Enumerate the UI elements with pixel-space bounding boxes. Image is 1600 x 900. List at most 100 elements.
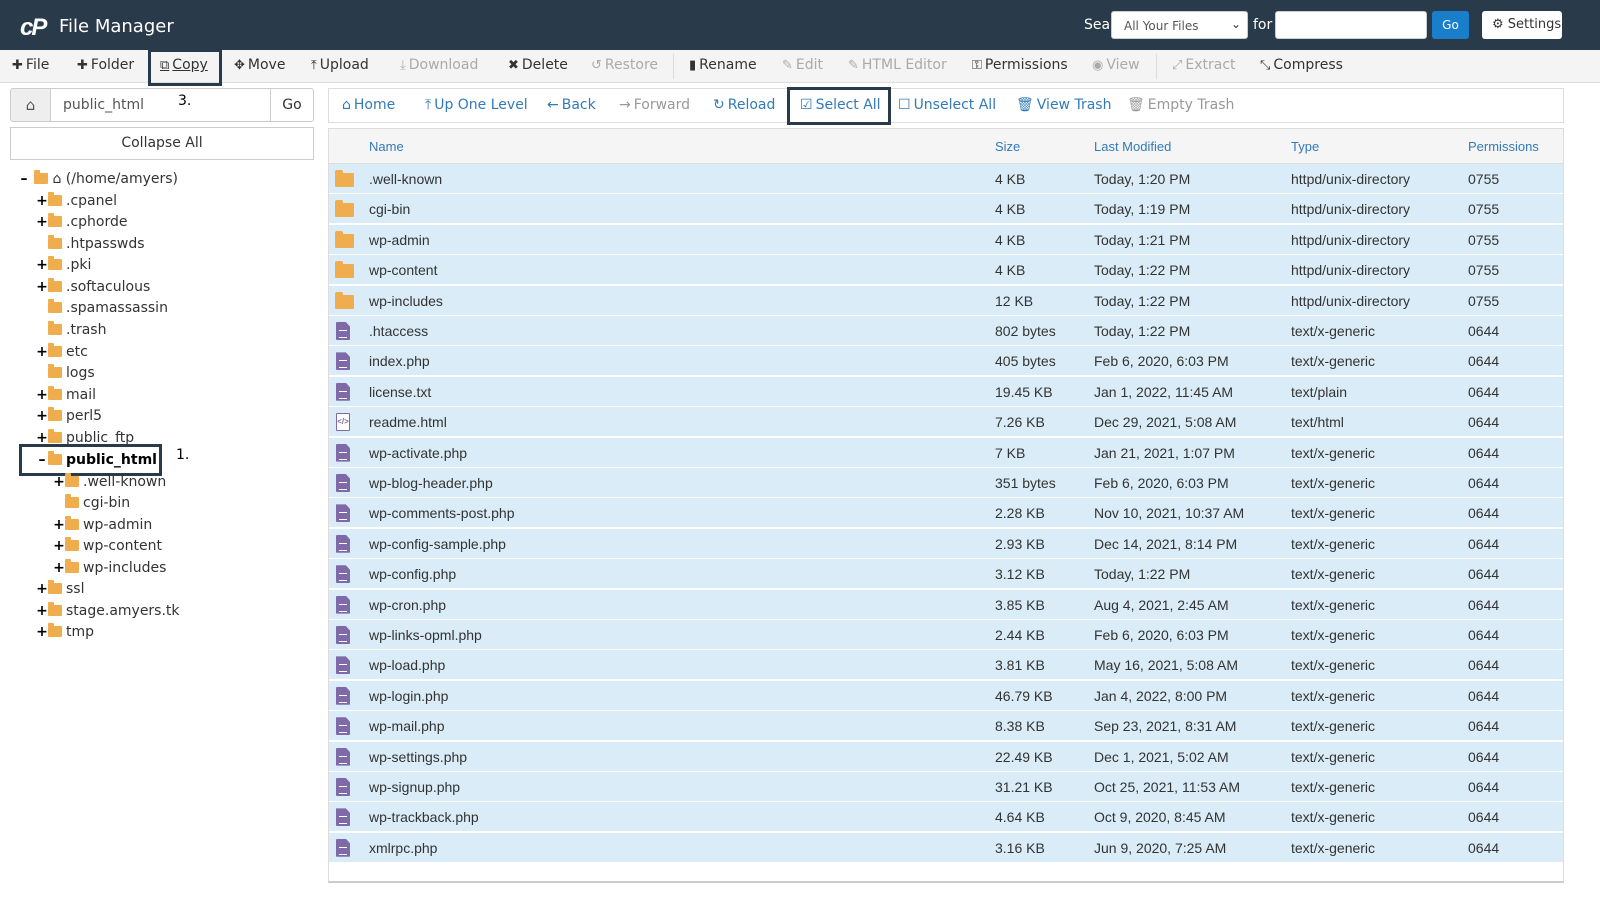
- expand-icon[interactable]: +: [53, 558, 65, 579]
- tree-item-label: mail: [66, 387, 96, 403]
- expand-icon[interactable]: +: [53, 536, 65, 557]
- compress-button[interactable]: ⤡ Compress: [1260, 50, 1343, 83]
- tree-item[interactable]: + stage.amyers.tk: [36, 601, 180, 622]
- extract-button[interactable]: ⤢ Extract: [1172, 50, 1236, 83]
- path-go-button[interactable]: Go: [270, 88, 314, 122]
- table-row[interactable]: wp-content 4 KB Today, 1:22 PM httpd/unix-d…: [329, 255, 1563, 286]
- table-row[interactable]: xmlrpc.php 3.16 KB Jun 9, 2020, 7:25 AM tex…: [329, 832, 1563, 863]
- tree-item[interactable]: logs: [36, 363, 95, 384]
- expand-icon[interactable]: +: [36, 579, 48, 600]
- expand-icon[interactable]: +: [36, 255, 48, 276]
- table-row[interactable]: wp-blog-header.php 351 bytes Feb 6, 2020, …: [329, 468, 1563, 498]
- home-icon[interactable]: ⌂: [10, 88, 51, 122]
- table-row[interactable]: wp-trackback.php 4.64 KB Oct 9, 2020, 8:45…: [329, 802, 1563, 833]
- unselect-all-button[interactable]: ☐ Unselect All: [898, 89, 996, 124]
- column-header-type[interactable]: Type: [1291, 129, 1319, 164]
- table-row[interactable]: wp-admin 4 KB Today, 1:21 PM httpd/unix-dir…: [329, 224, 1563, 255]
- search-input[interactable]: [1275, 11, 1427, 39]
- table-row[interactable]: </> readme.html 7.26 KB Dec 29, 2021, 5:08 …: [329, 407, 1563, 438]
- expand-icon[interactable]: +: [36, 342, 48, 363]
- table-row[interactable]: wp-cron.php 3.85 KB Aug 4, 2021, 2:45 AM te…: [329, 589, 1563, 620]
- tree-item[interactable]: cgi-bin: [53, 493, 130, 514]
- tree-item[interactable]: .trash: [36, 320, 106, 341]
- tree-item[interactable]: + .well-known: [53, 472, 166, 488]
- view-trash-button[interactable]: 🗑 View Trash: [1016, 89, 1111, 124]
- expand-icon[interactable]: +: [36, 601, 48, 622]
- expand-icon[interactable]: +: [36, 277, 48, 298]
- table-row[interactable]: cgi-bin 4 KB Today, 1:19 PM httpd/unix-dire…: [329, 194, 1563, 225]
- html-editor-button[interactable]: ✎ HTML Editor: [848, 50, 947, 83]
- tree-item[interactable]: + etc: [36, 342, 88, 363]
- path-input[interactable]: public_html: [50, 88, 271, 122]
- expand-icon[interactable]: +: [36, 428, 48, 444]
- empty-trash-button[interactable]: 🗑 Empty Trash: [1127, 89, 1234, 124]
- forward-button[interactable]: → Forward: [619, 89, 690, 124]
- file-last-modified: Jan 1, 2022, 11:45 AM: [1094, 383, 1234, 400]
- expand-icon[interactable]: +: [36, 191, 48, 212]
- table-row[interactable]: .htaccess 802 bytes Today, 1:22 PM text/x-g…: [329, 316, 1563, 346]
- home-button[interactable]: ⌂ Home: [342, 89, 395, 124]
- table-row[interactable]: wp-load.php 3.81 KB May 16, 2021, 5:08 AM t…: [329, 650, 1563, 681]
- collapse-icon[interactable]: –: [18, 169, 30, 190]
- tree-item[interactable]: + ssl: [36, 579, 84, 600]
- up-one-level-button[interactable]: ⤒ Up One Level: [425, 89, 528, 124]
- table-row[interactable]: wp-includes 12 KB Today, 1:22 PM httpd/unix…: [329, 285, 1563, 316]
- edit-button[interactable]: ✎ Edit: [782, 50, 823, 83]
- rename-button[interactable]: ▮ Rename: [689, 50, 757, 83]
- expand-icon[interactable]: +: [53, 472, 65, 488]
- table-row[interactable]: wp-signup.php 31.21 KB Oct 25, 2021, 11:53…: [329, 772, 1563, 802]
- table-row[interactable]: wp-links-opml.php 2.44 KB Feb 6, 2020, 6:0…: [329, 620, 1563, 650]
- column-header-last-modified[interactable]: Last Modified: [1094, 129, 1171, 164]
- tree-item[interactable]: + .cphorde: [36, 212, 127, 233]
- tree-item[interactable]: + public_ftp: [36, 428, 134, 444]
- delete-button[interactable]: ✖ Delete: [508, 50, 568, 83]
- expand-icon[interactable]: +: [36, 385, 48, 406]
- tree-item[interactable]: .htpasswds: [36, 234, 145, 255]
- table-row[interactable]: wp-config-sample.php 2.93 KB Dec 14, 2021,…: [329, 528, 1563, 559]
- table-row[interactable]: wp-settings.php 22.49 KB Dec 1, 2021, 5:02…: [329, 741, 1563, 772]
- reload-button[interactable]: ↻ Reload: [713, 89, 775, 124]
- tree-item-public-html[interactable]: – public_html: [36, 450, 157, 471]
- download-button[interactable]: ⤓ Download: [400, 50, 478, 83]
- new-file-button[interactable]: ✚ File: [12, 50, 49, 83]
- table-row[interactable]: .well-known 4 KB Today, 1:20 PM httpd/unix-…: [329, 164, 1563, 194]
- settings-button[interactable]: ⚙ Settings: [1482, 11, 1562, 39]
- tree-item[interactable]: .spamassassin: [36, 298, 168, 319]
- file-last-modified: Feb 6, 2020, 6:03 PM: [1094, 353, 1229, 370]
- tree-item[interactable]: + .softaculous: [36, 277, 150, 298]
- tree-root[interactable]: – ⌂ (/home/amyers): [18, 169, 178, 190]
- search-scope-select[interactable]: All Your Files ⌄: [1111, 11, 1248, 39]
- move-button[interactable]: ✥ Move: [234, 50, 285, 83]
- table-row[interactable]: index.php 405 bytes Feb 6, 2020, 6:03 PM te…: [329, 346, 1563, 377]
- expand-icon[interactable]: +: [36, 212, 48, 233]
- table-row[interactable]: license.txt 19.45 KB Jan 1, 2022, 11:45 AM…: [329, 376, 1563, 407]
- tree-item[interactable]: + .cpanel: [36, 191, 117, 212]
- tree-item[interactable]: + mail: [36, 385, 96, 406]
- table-row[interactable]: wp-comments-post.php 2.28 KB Nov 10, 2021,…: [329, 498, 1563, 529]
- tree-item[interactable]: + wp-includes: [53, 558, 166, 579]
- table-row[interactable]: wp-login.php 46.79 KB Jan 4, 2022, 8:00 PM…: [329, 680, 1563, 711]
- upload-button[interactable]: ⤒ Upload: [311, 50, 369, 83]
- expand-icon[interactable]: +: [53, 515, 65, 536]
- back-button[interactable]: ← Back: [547, 89, 596, 124]
- table-row[interactable]: wp-activate.php 7 KB Jan 21, 2021, 1:07 PM…: [329, 437, 1563, 468]
- table-row[interactable]: wp-config.php 3.12 KB Today, 1:22 PM text/x…: [329, 559, 1563, 590]
- tree-item[interactable]: + perl5: [36, 406, 102, 427]
- tree-item[interactable]: + .pki: [36, 255, 91, 276]
- collapse-all-button[interactable]: Collapse All: [10, 127, 314, 160]
- tree-item[interactable]: + wp-admin: [53, 515, 152, 536]
- column-header-permissions[interactable]: Permissions: [1468, 129, 1539, 164]
- permissions-button[interactable]: ⚿ Permissions: [972, 50, 1068, 83]
- restore-button[interactable]: ↺ Restore: [591, 50, 658, 83]
- new-folder-button[interactable]: ✚ Folder: [77, 50, 134, 83]
- view-button[interactable]: ◉ View: [1092, 50, 1140, 83]
- column-header-name[interactable]: Name: [369, 129, 404, 164]
- expand-icon[interactable]: +: [36, 406, 48, 427]
- search-go-button[interactable]: Go: [1432, 11, 1469, 39]
- tree-item[interactable]: + tmp: [36, 622, 94, 643]
- expand-icon[interactable]: +: [36, 622, 48, 643]
- table-row[interactable]: wp-mail.php 8.38 KB Sep 23, 2021, 8:31 AM t…: [329, 711, 1563, 742]
- tree-item[interactable]: + wp-content: [53, 536, 162, 557]
- column-header-size[interactable]: Size: [995, 129, 1020, 164]
- collapse-icon[interactable]: –: [36, 450, 48, 471]
